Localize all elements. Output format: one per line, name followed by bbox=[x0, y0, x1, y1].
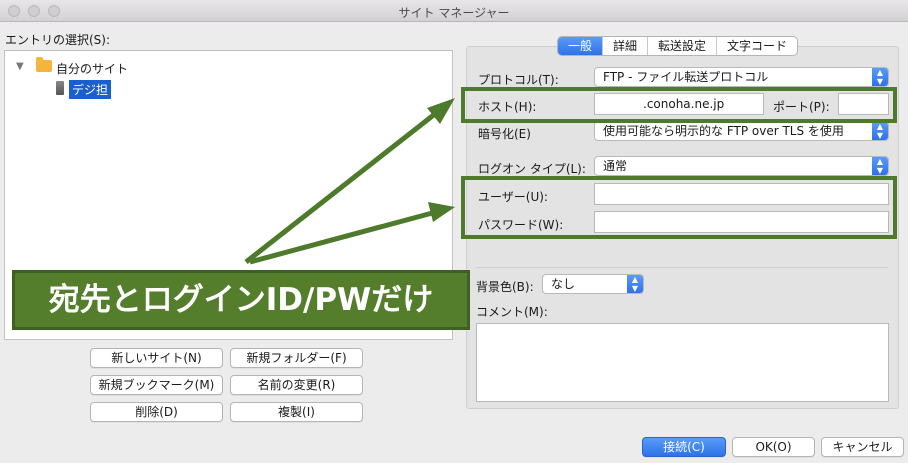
arrow-head-icon bbox=[427, 98, 455, 124]
ok-button[interactable]: OK(O) bbox=[732, 437, 815, 457]
annotation-arrows bbox=[244, 98, 455, 265]
annotation-text: 宛先とログインID/PWだけ bbox=[48, 282, 434, 318]
cancel-button[interactable]: キャンセル bbox=[821, 437, 904, 457]
annotation-banner: 宛先とログインID/PWだけ bbox=[12, 270, 470, 330]
arrow-head-icon bbox=[428, 202, 455, 222]
connect-button[interactable]: 接続(C) bbox=[642, 437, 726, 457]
